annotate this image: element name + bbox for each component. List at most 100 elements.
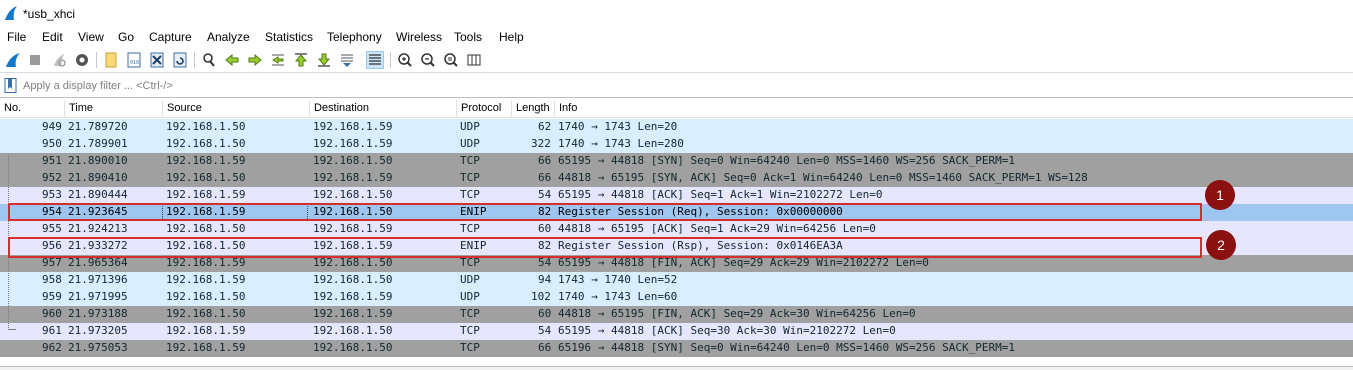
reload-file-icon[interactable] (171, 51, 189, 69)
packet-row[interactable]: 962 21.975053 192.168.1.59 192.168.1.50 … (0, 340, 1353, 357)
packet-source: 192.168.1.59 (166, 341, 246, 354)
find-packet-icon[interactable] (200, 51, 218, 69)
packet-protocol: UDP (460, 290, 480, 303)
toolbar-separator (96, 52, 97, 68)
display-filter-bar (0, 74, 1353, 98)
close-file-icon[interactable] (148, 51, 166, 69)
packet-time: 21.789720 (68, 120, 128, 133)
menu-capture[interactable]: Capture (149, 30, 192, 44)
packet-source: 192.168.1.59 (166, 154, 246, 167)
window-title: *usb_xhci (23, 7, 76, 21)
go-forward-icon[interactable] (246, 51, 264, 69)
column-header-source[interactable]: Source (163, 100, 310, 118)
colorize-icon[interactable] (366, 51, 384, 69)
packet-source: 192.168.1.59 (166, 273, 246, 286)
packet-destination: 192.168.1.59 (313, 307, 393, 320)
packet-length: 62 (538, 120, 552, 133)
menu-telephony[interactable]: Telephony (327, 30, 382, 44)
restart-capture-icon[interactable] (50, 51, 68, 69)
go-to-packet-icon[interactable] (269, 51, 287, 69)
filter-bookmark-icon[interactable] (4, 78, 17, 93)
packet-time: 21.890010 (68, 154, 128, 167)
packet-info: 65195 → 44818 [ACK] Seq=1 Ack=1 Win=2102… (558, 188, 883, 201)
last-packet-icon[interactable] (315, 51, 333, 69)
column-header-length[interactable]: Length (512, 100, 555, 118)
packet-row[interactable]: 959 21.971995 192.168.1.50 192.168.1.59 … (0, 289, 1353, 306)
packet-length: 60 (538, 222, 552, 235)
packet-destination: 192.168.1.59 (313, 137, 393, 150)
packet-protocol: TCP (460, 171, 480, 184)
packet-length: 54 (538, 188, 552, 201)
title-bar: *usb_xhci (0, 0, 1353, 28)
packet-no: 958 (42, 273, 62, 286)
annotation-badge-1: 1 (1205, 180, 1235, 210)
packet-row[interactable]: 950 21.789901 192.168.1.50 192.168.1.59 … (0, 136, 1353, 153)
packet-row[interactable]: 961 21.973205 192.168.1.59 192.168.1.50 … (0, 323, 1353, 340)
resize-columns-icon[interactable] (465, 51, 483, 69)
open-file-icon[interactable] (102, 51, 120, 69)
packet-info: 1740 → 1743 Len=280 (558, 137, 684, 150)
menu-analyze[interactable]: Analyze (207, 30, 250, 44)
packet-time: 21.973205 (68, 324, 128, 337)
pane-divider[interactable] (0, 366, 1353, 370)
menu-wireless[interactable]: Wireless (396, 30, 442, 44)
packet-row[interactable]: 955 21.924213 192.168.1.50 192.168.1.59 … (0, 221, 1353, 238)
packet-protocol: TCP (460, 341, 480, 354)
packet-info: 44818 → 65195 [ACK] Seq=1 Ack=29 Win=642… (558, 222, 876, 235)
packet-source: 192.168.1.50 (166, 137, 246, 150)
packet-row[interactable]: 960 21.973188 192.168.1.50 192.168.1.59 … (0, 306, 1353, 323)
packet-info: 65196 → 44818 [SYN] Seq=0 Win=64240 Len=… (558, 341, 1015, 354)
packet-protocol: TCP (460, 154, 480, 167)
packet-destination: 192.168.1.59 (313, 290, 393, 303)
column-header-protocol[interactable]: Protocol (457, 100, 512, 118)
packet-no: 960 (42, 307, 62, 320)
column-header-time[interactable]: Time (65, 100, 163, 118)
stop-capture-icon[interactable] (26, 51, 44, 69)
packet-row[interactable]: 952 21.890410 192.168.1.50 192.168.1.59 … (0, 170, 1353, 187)
menu-view[interactable]: View (78, 30, 104, 44)
display-filter-input[interactable] (20, 77, 1350, 95)
packet-protocol: TCP (460, 188, 480, 201)
normal-size-icon[interactable] (442, 51, 460, 69)
packet-source: 192.168.1.50 (166, 222, 246, 235)
zoom-out-icon[interactable] (419, 51, 437, 69)
packet-row[interactable]: 949 21.789720 192.168.1.50 192.168.1.59 … (0, 119, 1353, 136)
column-header-destination[interactable]: Destination (310, 100, 457, 118)
annotation-box-2 (8, 237, 1202, 258)
packet-row[interactable]: 951 21.890010 192.168.1.59 192.168.1.50 … (0, 153, 1353, 170)
packet-time: 21.971995 (68, 290, 128, 303)
packet-row[interactable]: 958 21.971396 192.168.1.59 192.168.1.50 … (0, 272, 1353, 289)
packet-time: 21.789901 (68, 137, 128, 150)
go-back-icon[interactable] (223, 51, 241, 69)
annotation-badge-2: 2 (1206, 230, 1236, 260)
start-capture-icon[interactable] (4, 51, 22, 69)
packet-time: 21.973188 (68, 307, 128, 320)
column-header-no[interactable]: No. (0, 100, 65, 118)
wireshark-fin-icon (5, 6, 17, 20)
packet-protocol: UDP (460, 120, 480, 133)
zoom-in-icon[interactable] (396, 51, 414, 69)
menu-go[interactable]: Go (118, 30, 134, 44)
main-toolbar: 010 (0, 47, 1353, 73)
save-file-icon[interactable]: 010 (125, 51, 143, 69)
menu-edit[interactable]: Edit (42, 30, 63, 44)
packet-no: 949 (42, 120, 62, 133)
packet-no: 961 (42, 324, 62, 337)
packet-info: 44818 → 65195 [FIN, ACK] Seq=29 Ack=30 W… (558, 307, 916, 320)
packet-row[interactable]: 953 21.890444 192.168.1.59 192.168.1.50 … (0, 187, 1353, 204)
menu-statistics[interactable]: Statistics (265, 30, 313, 44)
auto-scroll-icon[interactable] (338, 51, 356, 69)
packet-no: 959 (42, 290, 62, 303)
packet-protocol: TCP (460, 324, 480, 337)
packet-time: 21.924213 (68, 222, 128, 235)
packet-length: 60 (538, 307, 552, 320)
column-header-info[interactable]: Info (555, 100, 1353, 118)
menu-help[interactable]: Help (499, 30, 524, 44)
packet-no: 950 (42, 137, 62, 150)
packet-destination: 192.168.1.59 (313, 171, 393, 184)
packet-time: 21.971396 (68, 273, 128, 286)
capture-options-icon[interactable] (73, 51, 91, 69)
menu-tools[interactable]: Tools (454, 30, 482, 44)
menu-file[interactable]: File (7, 30, 26, 44)
first-packet-icon[interactable] (292, 51, 310, 69)
